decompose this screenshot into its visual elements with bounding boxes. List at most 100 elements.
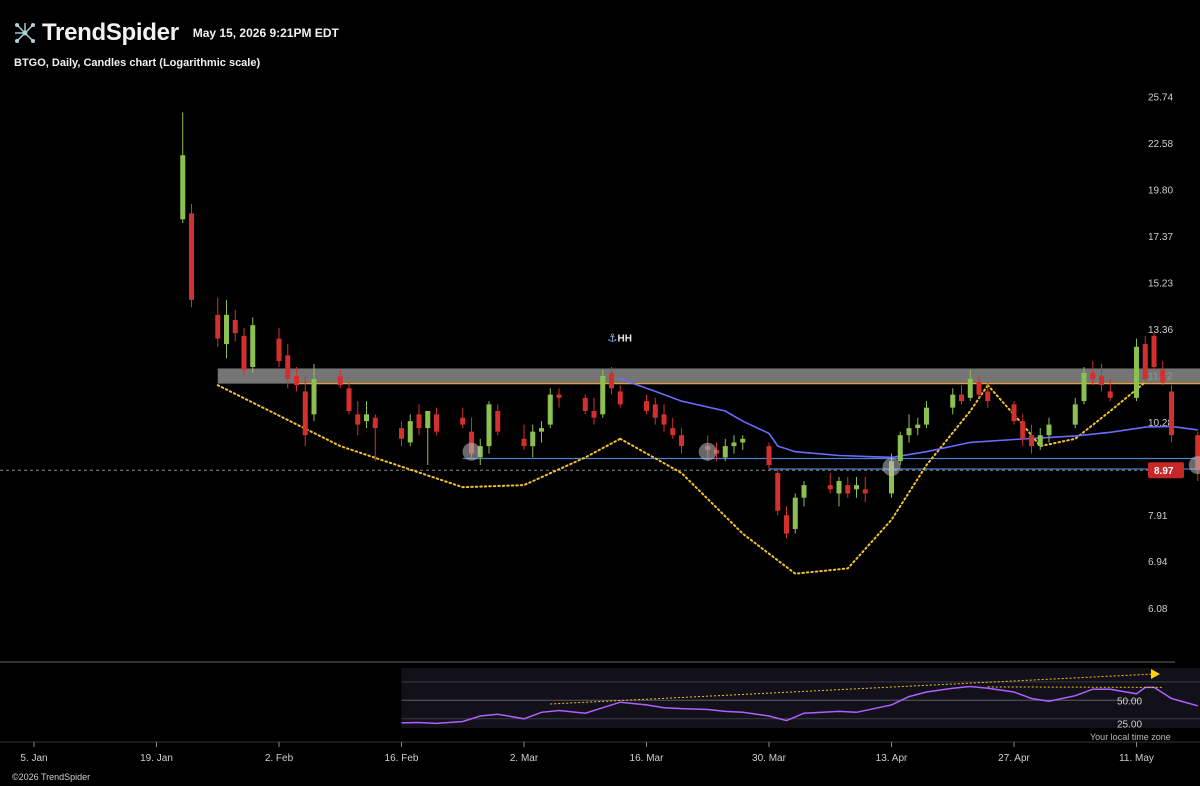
x-axis-tick-label: 13. Apr [876,753,908,764]
candle-body [959,394,964,402]
candle [1046,417,1052,443]
candle [539,421,544,443]
candle-body [425,410,431,429]
y-axis-tick-label: 25.74 [1148,92,1173,103]
candle-body [1037,435,1043,447]
candle-body [1151,335,1157,367]
candle [407,414,413,447]
candle [722,438,728,462]
candle [600,369,606,418]
candle-body [1169,391,1174,436]
candle-body [967,378,973,398]
candle [731,435,737,454]
candle [425,410,431,466]
candle [1072,397,1078,429]
x-axis-tick-label: 19. Jan [140,753,173,764]
candle [495,404,501,436]
candle [792,493,798,534]
candle-body [792,497,798,529]
y-axis-tick-label: 13.36 [1148,325,1173,336]
candle-body [906,428,912,436]
candle [784,506,789,539]
candle [644,394,649,415]
candle [959,385,964,405]
rsi-tick-label: 25.00 [1117,719,1142,730]
candle-body [337,375,343,386]
candle-body [976,382,982,395]
candle [556,388,562,408]
anchor-icon: ⚓ [608,331,618,344]
candle [862,476,868,503]
candle-body [241,335,247,370]
candle-body [355,414,361,425]
candle-body [407,421,413,443]
candle-body [215,314,221,339]
candle [1160,361,1166,386]
candle-body [766,446,772,466]
candle [346,382,352,415]
candle [372,414,378,462]
touch-marker [882,458,901,477]
candle-body [609,372,614,389]
candle-body [652,404,658,418]
candle [827,472,833,494]
candle [854,476,859,498]
candle-body [547,394,553,425]
candle [766,442,772,470]
candle [355,401,361,436]
candle-body [950,394,956,408]
candle-body [845,485,851,494]
candle-body [731,442,737,447]
candle-body [495,410,501,432]
candle [670,417,676,439]
candle [950,388,956,415]
candle-body [276,338,282,362]
candle-body [1090,372,1096,379]
y-axis-tick-label: 6.94 [1148,557,1168,568]
candle [521,424,527,450]
pattern-curve [216,384,622,489]
candle-body [224,314,229,345]
candle [1151,333,1157,370]
candle-body [722,446,728,458]
candle-body [346,388,352,411]
candle-body [670,428,676,436]
candle-body [486,404,492,447]
pattern-curve [619,384,989,575]
candle-body [661,414,667,425]
copyright: ©2026 TrendSpider [12,772,91,782]
candle-body [399,428,404,439]
candle [591,397,597,425]
candle-body [1134,346,1139,398]
candle-body [530,431,536,447]
candle [1099,364,1104,392]
timezone-note[interactable]: Your local time zone [1090,732,1171,742]
candle-body [556,394,562,398]
candle [215,297,221,347]
candle [232,309,238,342]
candle-body [740,438,746,443]
y-axis-tick-label: 17.37 [1148,232,1173,243]
candle [1029,424,1034,454]
candle [530,424,536,458]
candle [679,428,684,454]
candle-body [460,417,466,425]
candle [582,394,588,415]
y-axis-tick-label: 7.91 [1148,511,1168,522]
candle-body [434,414,439,432]
y-axis-tick-label: 15.23 [1148,278,1173,289]
resistance-zone [217,368,1200,384]
candle [276,327,282,367]
candle-body [1046,424,1052,436]
candle [924,401,929,429]
candle [1011,401,1017,425]
candle [1134,338,1139,402]
candle-body [836,481,842,494]
candle-body [416,414,422,429]
candle [486,401,492,454]
price-chart[interactable]: 25.7422.5819.8017.3715.2313.3611.7210.28… [0,0,1200,786]
candle-body [250,325,256,367]
touch-marker [462,442,481,461]
candle-body [1107,391,1113,398]
candle-body [644,401,649,411]
